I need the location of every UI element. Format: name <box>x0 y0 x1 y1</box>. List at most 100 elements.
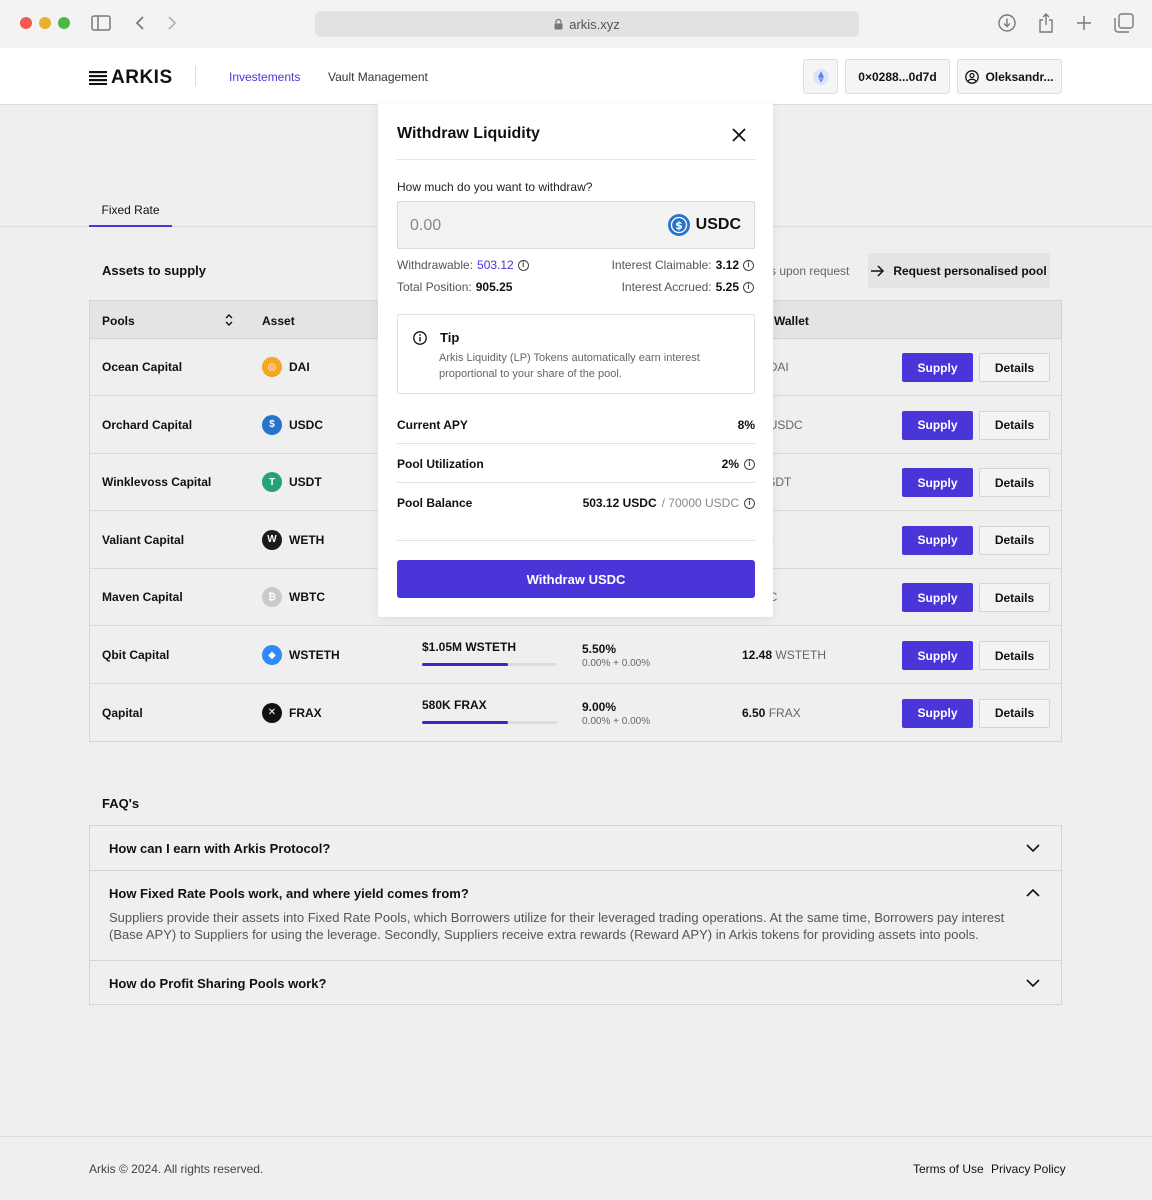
close-modal-button[interactable] <box>729 125 749 145</box>
liquidity-bar-fill <box>422 720 509 724</box>
asset-cell: ◎ DAI <box>262 357 310 377</box>
details-button[interactable]: Details <box>979 698 1050 728</box>
wallet-value: 6.50 <box>742 705 766 720</box>
weth-icon: W <box>262 529 282 550</box>
details-button[interactable]: Details <box>979 525 1050 555</box>
info-icon[interactable]: i <box>743 281 754 293</box>
pool-name: Winklevoss Capital <box>102 475 212 490</box>
divider <box>397 159 755 160</box>
asset-symbol: USDC <box>289 417 324 432</box>
pool-balance-value: 503.12 USDC <box>582 496 657 510</box>
info-icon[interactable]: i <box>517 259 529 271</box>
details-button[interactable]: Details <box>979 641 1050 670</box>
asset-cell: W WETH <box>262 529 324 550</box>
browser-toolbar: arkis.xyz <box>0 0 1152 48</box>
zoom-window-button[interactable] <box>58 17 70 29</box>
supply-button[interactable]: Supply <box>902 641 973 670</box>
pool-name: Qbit Capital <box>102 648 170 662</box>
interest-claimable-label: Interest Claimable: <box>611 258 712 272</box>
logo-mark-icon <box>89 71 107 85</box>
withdrawable-value: 503.12 <box>477 258 514 272</box>
app-header: ARKIS Investements Vault Management 0×02… <box>0 48 1152 105</box>
supply-button[interactable]: Supply <box>902 353 973 382</box>
sidebar-icon[interactable] <box>90 12 112 34</box>
pool-balance-total: / 70000 USDC <box>661 496 739 510</box>
terms-link[interactable]: Terms of Use <box>913 1162 984 1176</box>
supply-button[interactable]: Supply <box>902 468 973 498</box>
liquidity-bar-fill <box>422 663 509 666</box>
amount-input[interactable] <box>410 214 630 238</box>
interest-accrued-value: 5.25 <box>715 280 739 294</box>
withdraw-question: How much do you want to withdraw? <box>397 180 593 194</box>
info-circle-icon <box>413 331 427 345</box>
tab-overview-icon[interactable] <box>1113 12 1135 34</box>
apy-value: 9.00% <box>582 699 617 714</box>
pool-name: Orchard Capital <box>102 417 193 432</box>
chevron-up-icon[interactable] <box>1025 885 1041 901</box>
details-button[interactable]: Details <box>979 583 1050 613</box>
supply-button[interactable]: Supply <box>902 410 973 440</box>
asset-symbol: DAI <box>289 360 310 374</box>
privacy-link[interactable]: Privacy Policy <box>991 1162 1066 1176</box>
asset-cell: T USDT <box>262 472 322 493</box>
tab-fixed-rate[interactable]: Fixed Rate <box>89 203 172 227</box>
withdraw-button[interactable]: Withdraw USDC <box>397 560 755 598</box>
chevron-down-icon[interactable] <box>1025 975 1041 991</box>
nav-investments[interactable]: Investements <box>229 70 300 84</box>
column-asset: Asset <box>262 314 295 328</box>
arrow-right-icon <box>871 264 885 277</box>
minimize-window-button[interactable] <box>39 17 51 29</box>
network-button[interactable] <box>803 59 838 94</box>
supply-button[interactable]: Supply <box>902 698 973 728</box>
asset-cell: ✕ FRAX <box>262 702 322 723</box>
new-tab-icon[interactable] <box>1073 12 1095 34</box>
url-text: arkis.xyz <box>569 16 620 32</box>
wallet-value: 12.48 <box>742 648 773 662</box>
faq-item[interactable]: How can I earn with Arkis Protocol? <box>89 825 1062 871</box>
details-button[interactable]: Details <box>979 468 1050 498</box>
user-menu-button[interactable]: Oleksandr... <box>957 59 1062 94</box>
chevron-down-icon[interactable] <box>1025 840 1041 856</box>
pool-name: Valiant Capital <box>102 532 185 547</box>
frax-icon: ✕ <box>262 702 282 723</box>
wallet-address-button[interactable]: 0×0288...0d7d <box>845 59 950 94</box>
table-row: Qapital ✕ FRAX 580K FRAX 9.00% 0.00% + 0.00% 6… <box>90 685 1061 742</box>
dai-icon: ◎ <box>262 357 282 377</box>
pool-name: Maven Capital <box>102 590 183 605</box>
apy-cell: 5.50% 0.00% + 0.00% <box>582 642 650 669</box>
column-wallet: Wallet <box>774 314 809 328</box>
withdrawable-stat: Withdrawable: 503.12 i <box>397 258 529 272</box>
request-pool-button[interactable]: Request personalised pool <box>868 253 1050 288</box>
back-icon[interactable] <box>129 12 151 34</box>
usdt-icon: T <box>262 472 282 493</box>
sort-icon[interactable] <box>224 313 234 327</box>
asset-cell: ◆ WSTETH <box>262 645 340 665</box>
request-pool-label: Request personalised pool <box>893 263 1047 278</box>
wsteth-icon: ◆ <box>262 645 282 665</box>
withdrawable-label: Withdrawable: <box>397 258 474 272</box>
close-icon <box>732 128 746 142</box>
tip-body: Arkis Liquidity (LP) Tokens automaticall… <box>439 352 700 380</box>
pool-utilization-value: 2% <box>721 457 739 471</box>
info-icon[interactable]: i <box>744 497 755 509</box>
faq-item-open[interactable]: How Fixed Rate Pools work, and where yie… <box>89 870 1062 961</box>
supply-button[interactable]: Supply <box>902 583 973 613</box>
address-bar[interactable]: arkis.xyz <box>315 11 859 37</box>
download-icon[interactable] <box>996 12 1018 34</box>
faq-item[interactable]: How do Profit Sharing Pools work? <box>89 960 1062 1005</box>
wallet-unit: FRAX <box>768 705 801 720</box>
interest-claimable-value: 3.12 <box>715 258 739 272</box>
forward-icon[interactable] <box>161 12 183 34</box>
info-icon[interactable]: i <box>744 458 755 470</box>
details-button[interactable]: Details <box>979 410 1050 440</box>
nav-vault-management[interactable]: Vault Management <box>328 70 428 84</box>
liquidity-bar <box>422 663 557 666</box>
info-icon[interactable]: i <box>743 259 754 271</box>
wallet-unit: WSTETH <box>775 648 827 662</box>
close-window-button[interactable] <box>20 17 32 29</box>
share-icon[interactable] <box>1035 12 1057 34</box>
arkis-logo[interactable]: ARKIS <box>89 67 173 89</box>
details-button[interactable]: Details <box>979 353 1050 382</box>
amount-field[interactable]: $ USDC <box>397 201 755 249</box>
supply-button[interactable]: Supply <box>902 525 973 555</box>
